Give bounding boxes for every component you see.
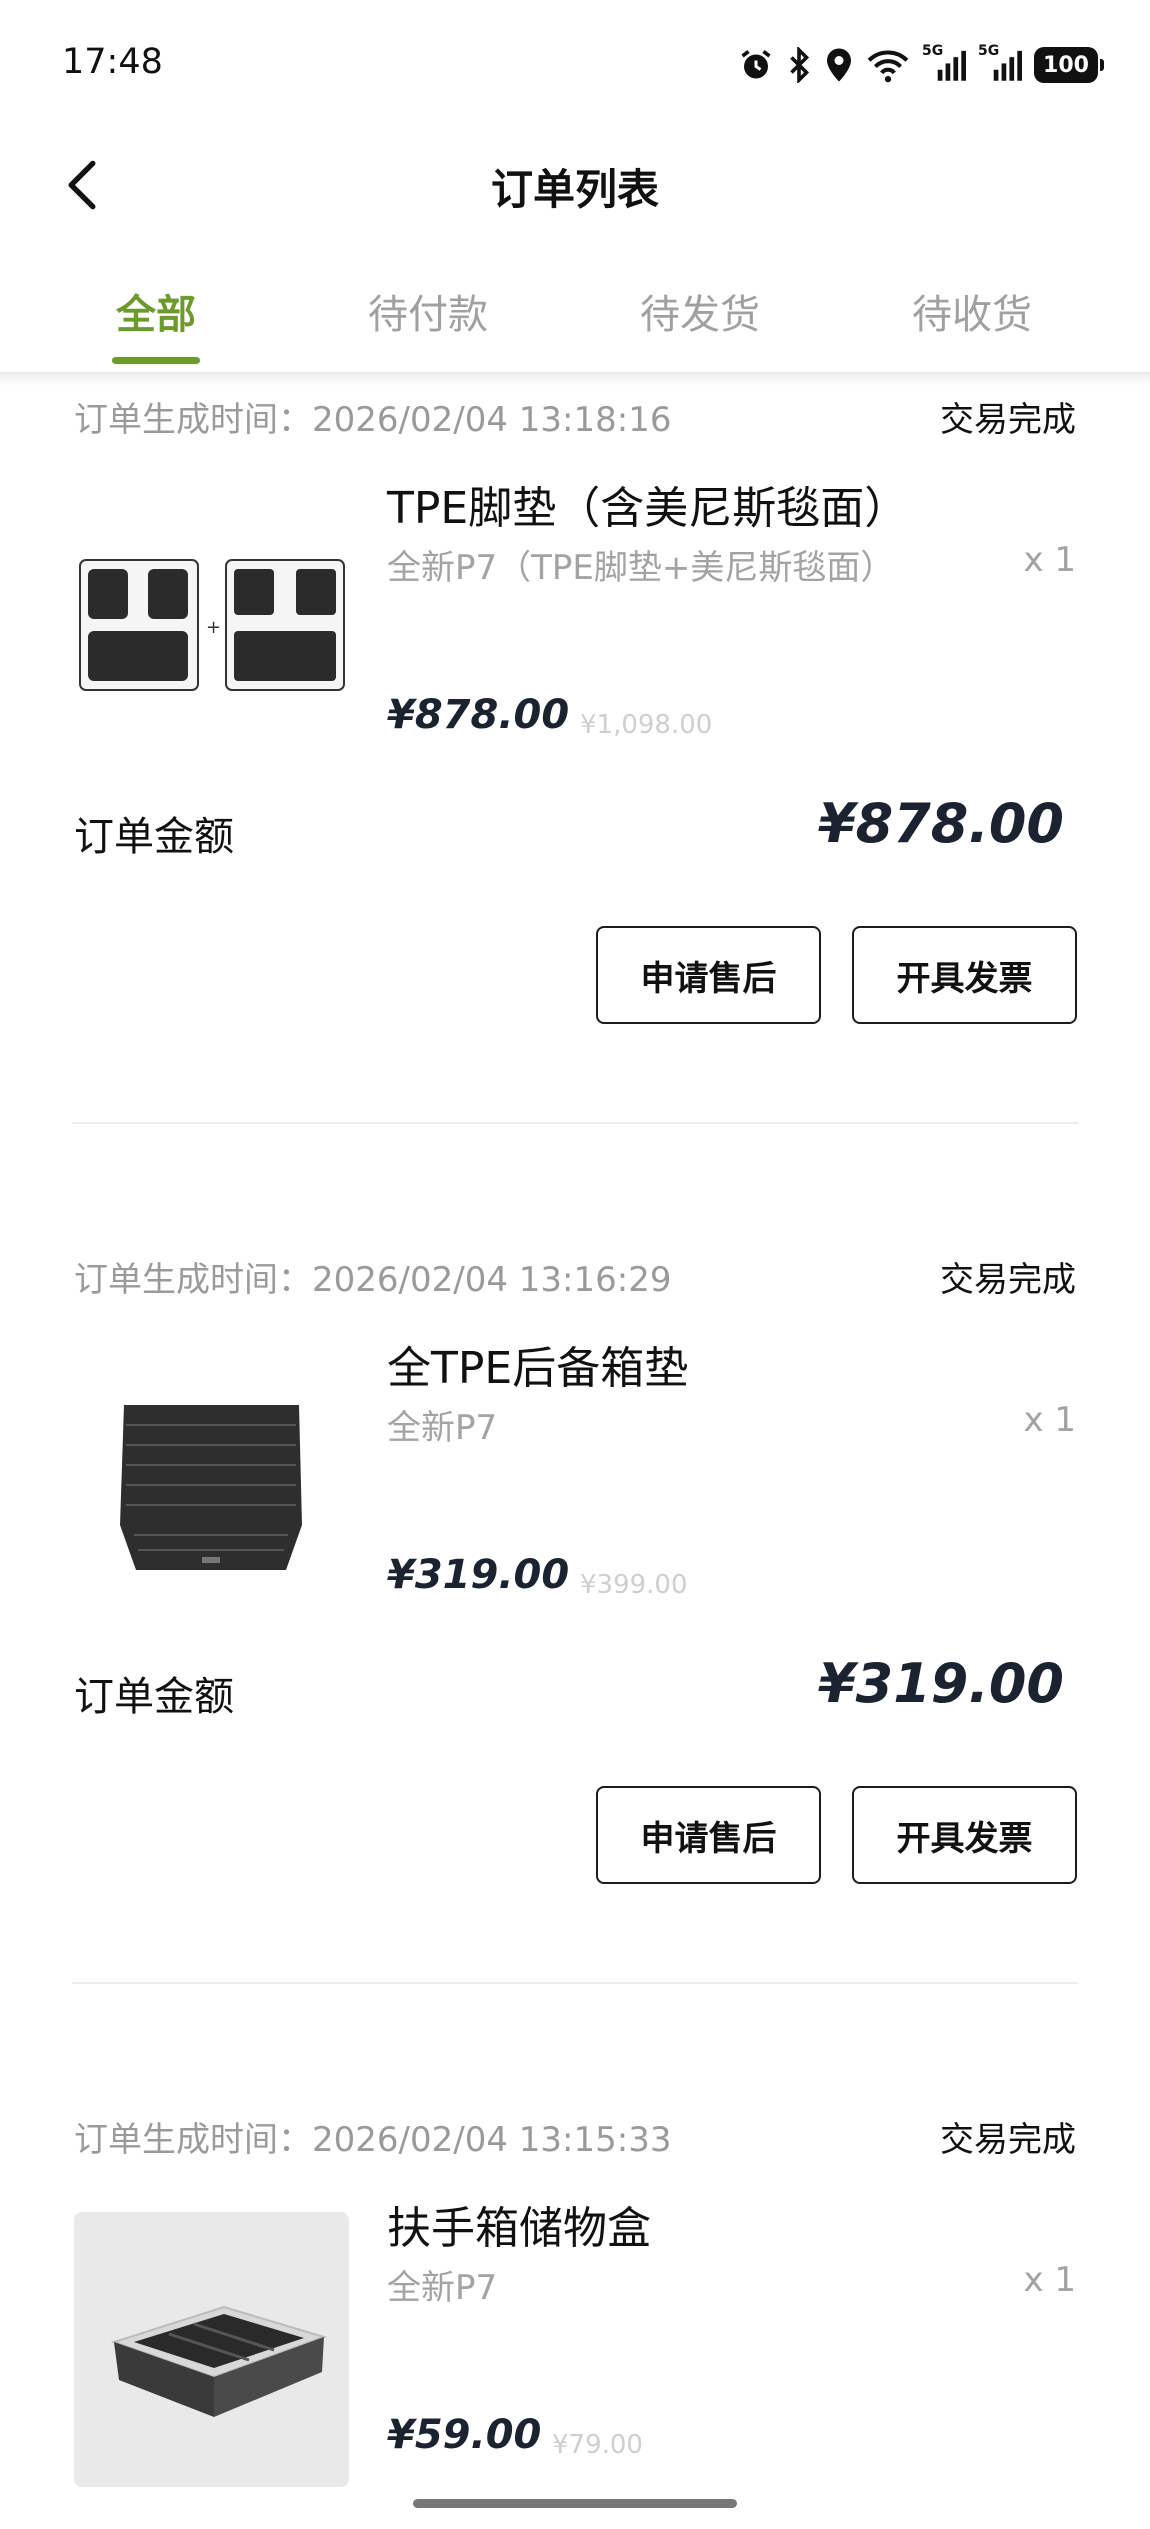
nav-bar: 订单列表 — [0, 130, 1150, 245]
tab-label: 待付款 — [368, 292, 488, 338]
tab-pending-payment[interactable]: 待付款 — [292, 262, 564, 372]
apply-after-sale-button[interactable]: 申请售后 — [596, 926, 821, 1024]
order-divider — [72, 1982, 1078, 1984]
order-divider — [72, 1122, 1078, 1124]
issue-invoice-button[interactable]: 开具发票 — [852, 926, 1077, 1024]
product-variant: 全新P7（TPE脚垫+美尼斯毯面） — [387, 548, 895, 588]
order-total-label: 订单金额 — [74, 1674, 234, 1720]
wifi-icon — [866, 47, 910, 83]
product-name: 全TPE后备箱垫 — [387, 1343, 689, 1394]
alarm-icon — [738, 47, 774, 83]
product-variant: 全新P7 — [387, 2268, 498, 2308]
product-name: 扶手箱储物盒 — [387, 2203, 651, 2254]
location-icon — [824, 47, 854, 83]
signal-icon: 5G — [922, 43, 966, 83]
product-variant: 全新P7 — [387, 1408, 498, 1448]
order-total-label: 订单金额 — [74, 814, 234, 860]
status-time: 17:48 — [62, 42, 163, 82]
product-original-price: ¥399.00 — [580, 1570, 688, 1600]
status-icons: 5G 5G 100 — [738, 42, 1104, 88]
signal-icon-2: 5G — [978, 43, 1022, 83]
issue-invoice-button[interactable]: 开具发票 — [852, 1786, 1077, 1884]
bluetooth-icon — [786, 47, 812, 83]
tab-all[interactable]: 全部 — [20, 262, 292, 372]
tabs-shadow — [0, 372, 1150, 386]
order-card[interactable]: 订单生成时间：2026/02/04 13:15:33 交易完成 扶手箱储物盒 全… — [0, 2112, 1150, 2529]
floor-mat-set-image[interactable]: + — [74, 485, 349, 760]
tab-pending-receipt[interactable]: 待收货 — [836, 262, 1108, 372]
order-card[interactable]: 订单生成时间：2026/02/04 13:16:29 交易完成 全TPE后备箱垫… — [0, 1252, 1150, 1992]
armrest-storage-box-image[interactable] — [74, 2212, 349, 2487]
order-tabs: 全部 待付款 待发货 待收货 — [0, 262, 1150, 372]
order-total-amount: ¥319.00 — [818, 1652, 1064, 1715]
order-card[interactable]: 订单生成时间：2026/02/04 13:18:16 交易完成 + TPE脚垫（… — [0, 392, 1150, 1132]
tab-label: 全部 — [116, 292, 196, 338]
product-name: TPE脚垫（含美尼斯毯面） — [387, 483, 909, 534]
tab-label: 待发货 — [640, 292, 760, 338]
battery-icon: 100 — [1034, 47, 1104, 83]
active-tab-indicator — [112, 357, 200, 364]
page-title: 订单列表 — [490, 165, 659, 214]
svg-text:+: + — [206, 617, 221, 638]
order-time: 订单生成时间：2026/02/04 13:16:29 — [74, 1260, 672, 1300]
product-price: ¥59.00 — [387, 2412, 542, 2458]
status-bar: 17:48 5G 5G 100 — [0, 0, 1150, 130]
order-total-amount: ¥878.00 — [818, 792, 1064, 855]
tab-pending-shipment[interactable]: 待发货 — [564, 262, 836, 372]
trunk-mat-image[interactable] — [74, 1345, 349, 1620]
order-status: 交易完成 — [940, 2120, 1076, 2160]
order-time: 订单生成时间：2026/02/04 13:18:16 — [74, 400, 672, 440]
product-original-price: ¥79.00 — [552, 2430, 643, 2460]
network-type-label: 5G — [922, 43, 944, 59]
tab-label: 待收货 — [912, 292, 1032, 338]
product-quantity: x 1 — [1023, 540, 1076, 580]
order-time: 订单生成时间：2026/02/04 13:15:33 — [74, 2120, 672, 2160]
order-status: 交易完成 — [940, 400, 1076, 440]
product-price: ¥878.00 — [387, 692, 570, 738]
product-price: ¥319.00 — [387, 1552, 570, 1598]
order-status: 交易完成 — [940, 1260, 1076, 1300]
network-type-label: 5G — [978, 43, 1000, 59]
product-quantity: x 1 — [1023, 1400, 1076, 1440]
product-original-price: ¥1,098.00 — [580, 710, 713, 740]
product-quantity: x 1 — [1023, 2260, 1076, 2300]
home-indicator[interactable] — [413, 2499, 737, 2508]
apply-after-sale-button[interactable]: 申请售后 — [596, 1786, 821, 1884]
